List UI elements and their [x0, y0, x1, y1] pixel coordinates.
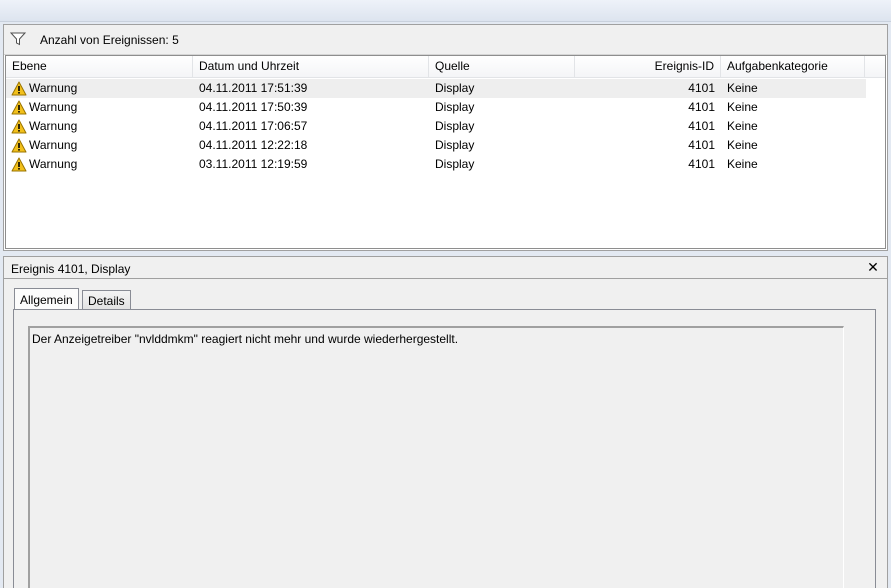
- cell-level: Warnung: [29, 81, 78, 95]
- tab-allgemein[interactable]: Allgemein: [14, 288, 79, 311]
- tab-content-allgemein: Der Anzeigetreiber "nvlddmkm" reagiert n…: [13, 309, 876, 588]
- close-icon[interactable]: ✕: [867, 261, 879, 275]
- warning-icon: [11, 138, 27, 153]
- cell-datetime: 04.11.2011 12:22:18: [199, 138, 308, 152]
- cell-level: Warnung: [29, 119, 78, 133]
- cell-datetime: 03.11.2011 12:19:59: [199, 157, 308, 171]
- table-row[interactable]: Warnung 04.11.2011 12:22:18 Display 4101 Kei…: [6, 136, 866, 155]
- column-header-task-category[interactable]: Aufgabenkategorie: [721, 56, 865, 77]
- filter-funnel-icon[interactable]: [10, 32, 26, 46]
- cell-datetime: 04.11.2011 17:51:39: [199, 81, 308, 95]
- table-row[interactable]: Warnung 04.11.2011 17:06:57 Display 4101 Kei…: [6, 117, 866, 136]
- table-row[interactable]: Warnung 03.11.2011 12:19:59 Display 4101 Kei…: [6, 155, 866, 174]
- cell-source: Display: [435, 119, 475, 133]
- cell-task-category: Keine: [727, 119, 758, 133]
- warning-icon: [11, 81, 27, 96]
- cell-event-id: 4101: [688, 100, 715, 114]
- table-row[interactable]: Warnung 04.11.2011 17:51:39 Display 4101 Kei…: [6, 79, 866, 98]
- cell-datetime: 04.11.2011 17:50:39: [199, 100, 308, 114]
- cell-task-category: Keine: [727, 100, 758, 114]
- event-detail-panel: Ereignis 4101, Display ✕ Allgemein Detai…: [3, 256, 888, 588]
- table-header: Ebene Datum und Uhrzeit Quelle Ereignis-…: [6, 56, 885, 78]
- warning-icon: [11, 157, 27, 172]
- event-message-box[interactable]: Der Anzeigetreiber "nvlddmkm" reagiert n…: [28, 326, 844, 588]
- cell-source: Display: [435, 81, 475, 95]
- cell-level: Warnung: [29, 157, 78, 171]
- cell-source: Display: [435, 100, 475, 114]
- cell-event-id: 4101: [688, 157, 715, 171]
- cell-task-category: Keine: [727, 138, 758, 152]
- window-top-strip: [0, 0, 891, 22]
- column-header-datetime[interactable]: Datum und Uhrzeit: [193, 56, 429, 77]
- events-table[interactable]: Ebene Datum und Uhrzeit Quelle Ereignis-…: [5, 55, 886, 249]
- event-message-text: Der Anzeigetreiber "nvlddmkm" reagiert n…: [32, 332, 459, 346]
- cell-datetime: 04.11.2011 17:06:57: [199, 119, 308, 133]
- filter-bar: Anzahl von Ereignissen: 5: [4, 25, 887, 55]
- warning-icon: [11, 100, 27, 115]
- warning-icon: [11, 119, 27, 134]
- column-header-event-id[interactable]: Ereignis-ID: [575, 56, 721, 77]
- events-panel: Anzahl von Ereignissen: 5 Ebene Datum un…: [3, 24, 888, 251]
- cell-event-id: 4101: [688, 138, 715, 152]
- detail-title: Ereignis 4101, Display: [11, 262, 131, 276]
- detail-title-bar: Ereignis 4101, Display ✕: [4, 257, 887, 279]
- cell-event-id: 4101: [688, 81, 715, 95]
- cell-level: Warnung: [29, 138, 78, 152]
- cell-task-category: Keine: [727, 81, 758, 95]
- event-count-label: Anzahl von Ereignissen: 5: [40, 33, 179, 47]
- cell-event-id: 4101: [688, 119, 715, 133]
- cell-level: Warnung: [29, 100, 78, 114]
- cell-task-category: Keine: [727, 157, 758, 171]
- column-header-level[interactable]: Ebene: [6, 56, 193, 77]
- tab-details[interactable]: Details: [82, 290, 131, 311]
- column-header-source[interactable]: Quelle: [429, 56, 575, 77]
- cell-source: Display: [435, 138, 475, 152]
- cell-source: Display: [435, 157, 475, 171]
- table-row[interactable]: Warnung 04.11.2011 17:50:39 Display 4101 Kei…: [6, 98, 866, 117]
